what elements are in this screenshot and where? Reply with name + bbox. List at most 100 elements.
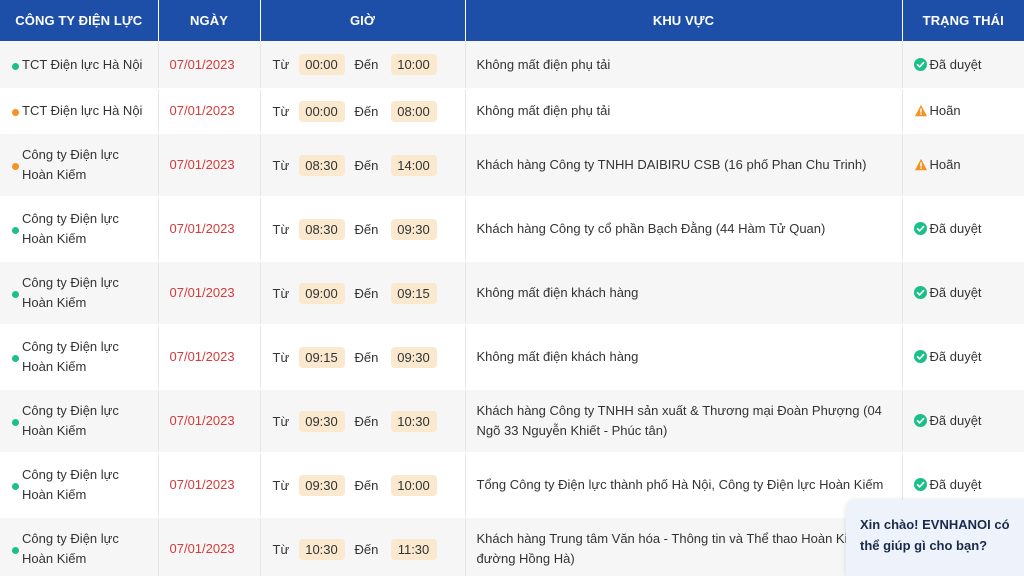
cell-area: Khách hàng Trung tâm Văn hóa - Thông tin… (465, 517, 903, 576)
column-header-status[interactable]: TRẠNG THÁI (902, 0, 1024, 41)
cell-date: 07/01/2023 (158, 89, 261, 134)
date-text: 07/01/2023 (169, 349, 235, 364)
status-text: Đã duyệt (929, 221, 982, 236)
status-dot-icon (12, 419, 19, 426)
status-text: Đã duyệt (929, 56, 982, 72)
chat-greeting-bubble[interactable]: Xin chào! EVNHANOI có thể giúp gì cho bạ… (846, 500, 1024, 576)
from-time-badge: 09:30 (298, 410, 345, 432)
cell-area: Khách hàng Công ty cổ phần Bạch Đằng (44… (465, 197, 903, 262)
to-time-badge: 09:30 (390, 218, 437, 240)
cell-date: 07/01/2023 (158, 389, 261, 454)
cell-date: 07/01/2023 (158, 517, 261, 576)
cell-company: TCT Điện lực Hà Nội (0, 41, 159, 90)
company-name: Công ty Điện lực Hoàn Kiếm (22, 275, 119, 310)
company-name: Công ty Điện lực Hoàn Kiếm (22, 339, 119, 374)
column-header-time[interactable]: GIỜ (260, 0, 466, 41)
cell-company: Công ty Điện lực Hoàn Kiếm (0, 517, 159, 576)
to-time-badge: 10:30 (390, 410, 437, 432)
to-time-badge: 14:00 (390, 154, 437, 176)
table-row[interactable]: TCT Điện lực Hà Nội 07/01/2023 Từ 00:00 Đến 1… (0, 41, 1024, 90)
to-label: Đến (354, 103, 379, 119)
cell-company: Công ty Điện lực Hoàn Kiếm (0, 325, 159, 390)
status-text: Hoãn (929, 103, 961, 118)
from-label: Từ (272, 477, 290, 493)
from-time-badge: 09:30 (298, 474, 345, 496)
status-dot-icon (12, 62, 19, 70)
cell-date: 07/01/2023 (158, 453, 261, 518)
area-text: Không mất điện khách hàng (476, 349, 639, 364)
cell-status: Hoãn (902, 133, 1024, 198)
area-text: Không mất điện phụ tải (476, 56, 611, 72)
from-label: Từ (272, 285, 290, 301)
table-row[interactable]: TCT Điện lực Hà Nội 07/01/2023 Từ 00:00 Đến 0… (0, 89, 1024, 134)
check-circle-icon (913, 285, 927, 299)
cell-area: Khách hàng Công ty TNHH DAIBIRU CSB (16 … (465, 133, 903, 198)
cell-time: Từ 00:00 Đến 10:00 (260, 41, 466, 90)
check-circle-icon (913, 221, 927, 235)
cell-status: Đã duyệt (902, 261, 1024, 326)
table-row[interactable]: Công ty Điện lực Hoàn Kiếm 07/01/2023 Từ 09… (0, 261, 1024, 326)
from-time-badge: 09:00 (298, 282, 345, 304)
to-label: Đến (354, 477, 379, 493)
cell-time: Từ 09:30 Đến 10:30 (260, 389, 466, 454)
check-circle-icon (913, 349, 927, 363)
cell-status: Hoãn (902, 89, 1024, 134)
date-text: 07/01/2023 (169, 541, 235, 556)
to-label: Đến (354, 57, 379, 72)
table-row[interactable]: Công ty Điện lực Hoàn Kiếm 07/01/2023 Từ 08… (0, 133, 1024, 198)
cell-area: Không mất điện phụ tải (465, 89, 903, 134)
cell-time: Từ 09:15 Đến 09:30 (260, 325, 466, 390)
cell-company: Công ty Điện lực Hoàn Kiếm (0, 197, 159, 262)
status-dot-icon (12, 483, 19, 490)
area-text: Không mất điện khách hàng (476, 285, 639, 300)
from-label: Từ (272, 157, 290, 173)
cell-company: TCT Điện lực Hà Nội (0, 89, 159, 134)
from-time-badge: 09:15 (298, 346, 345, 368)
company-name: Công ty Điện lực Hoàn Kiếm (22, 467, 119, 502)
to-label: Đến (354, 157, 379, 173)
from-label: Từ (272, 349, 290, 365)
table-row[interactable]: Công ty Điện lực Hoàn Kiếm 07/01/2023 Từ 08… (0, 197, 1024, 262)
cell-area: Không mất điện khách hàng (465, 325, 903, 390)
column-header-company[interactable]: CÔNG TY ĐIỆN LỰC (0, 0, 159, 41)
cell-date: 07/01/2023 (158, 261, 261, 326)
company-name: Công ty Điện lực Hoàn Kiếm (22, 211, 119, 246)
column-header-date[interactable]: NGÀY (158, 0, 261, 41)
to-label: Đến (354, 285, 379, 301)
status-dot-icon (12, 109, 19, 116)
cell-time: Từ 10:30 Đến 11:30 (260, 517, 466, 576)
outage-schedule-table: CÔNG TY ĐIỆN LỰC NGÀY GIỜ KHU VỰC TRẠNG … (0, 0, 1024, 576)
cell-time: Từ 08:30 Đến 09:30 (260, 197, 466, 262)
to-time-badge: 09:15 (390, 282, 437, 304)
cell-time: Từ 09:30 Đến 10:00 (260, 453, 466, 518)
cell-date: 07/01/2023 (158, 41, 261, 90)
column-header-area[interactable]: KHU VỰC (465, 0, 903, 41)
date-text: 07/01/2023 (169, 56, 235, 72)
status-text: Đã duyệt (929, 413, 982, 428)
company-name: Công ty Điện lực Hoàn Kiếm (22, 147, 119, 182)
from-label: Từ (272, 413, 290, 429)
cell-area: Khách hàng Công ty TNHH sản xuất & Thươn… (465, 389, 903, 454)
status-dot-icon (12, 547, 19, 554)
status-text: Đã duyệt (929, 285, 982, 300)
cell-status: Đã duyệt (902, 41, 1024, 90)
cell-area: Không mất điện khách hàng (465, 261, 903, 326)
table-row[interactable]: Công ty Điện lực Hoàn Kiếm 07/01/2023 Từ 09… (0, 389, 1024, 454)
company-name: Công ty Điện lực Hoàn Kiếm (22, 403, 119, 438)
company-name: Công ty Điện lực Hoàn Kiếm (22, 531, 119, 566)
date-text: 07/01/2023 (169, 285, 235, 300)
status-dot-icon (12, 355, 19, 362)
area-text: Khách hàng Công ty TNHH sản xuất & Thươn… (476, 403, 882, 438)
to-time-badge: 08:00 (390, 100, 437, 122)
cell-company: Công ty Điện lực Hoàn Kiếm (0, 453, 159, 518)
area-text: Khách hàng Công ty cổ phần Bạch Đằng (44… (476, 221, 826, 236)
cell-company: Công ty Điện lực Hoàn Kiếm (0, 261, 159, 326)
cell-date: 07/01/2023 (158, 197, 261, 262)
from-time-badge: 00:00 (298, 54, 345, 75)
from-time-badge: 00:00 (298, 100, 345, 122)
cell-area: Tổng Công ty Điện lực thành phố Hà Nội, … (465, 453, 903, 518)
table-row[interactable]: Công ty Điện lực Hoàn Kiếm 07/01/2023 Từ 09… (0, 325, 1024, 390)
warning-icon (914, 103, 927, 117)
area-text: Tổng Công ty Điện lực thành phố Hà Nội, … (476, 477, 884, 492)
to-time-badge: 11:30 (390, 538, 437, 560)
